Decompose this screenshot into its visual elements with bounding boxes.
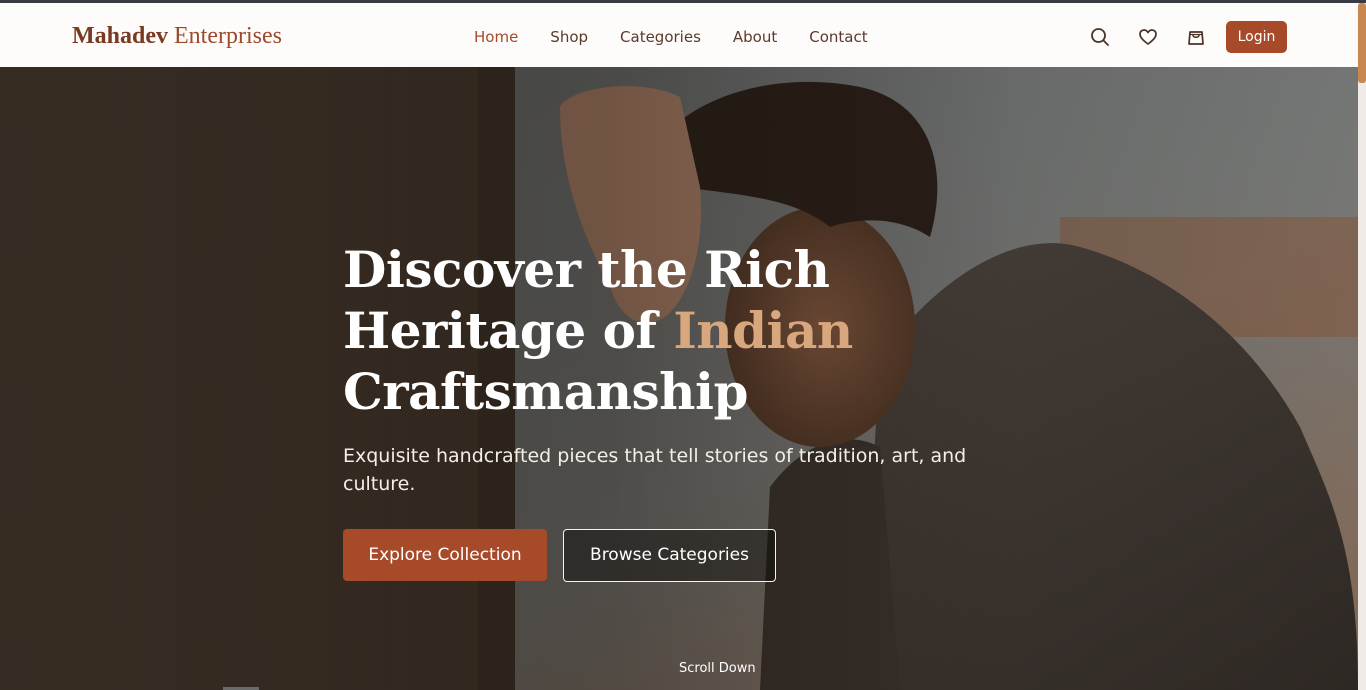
- hero-subtitle: Exquisite handcrafted pieces that tell s…: [343, 445, 967, 495]
- explore-collection-button[interactable]: Explore Collection: [343, 529, 547, 581]
- hero-title-accent: Indian: [673, 301, 853, 360]
- scroll-down-link[interactable]: Scroll Down: [679, 661, 756, 676]
- hero-title: Discover the Rich Heritage of Indian Cra…: [343, 239, 863, 422]
- nav-categories[interactable]: Categories: [620, 28, 701, 46]
- brand-name-light: Enterprises: [174, 23, 282, 49]
- page-scrollbar[interactable]: [1358, 3, 1366, 690]
- hero-title-line-2-prefix: Heritage of: [343, 301, 674, 360]
- search-icon[interactable]: [1090, 27, 1110, 47]
- main-nav: Home Shop Categories About Contact: [474, 28, 900, 46]
- browse-categories-button[interactable]: Browse Categories: [563, 529, 776, 582]
- brand-name-bold: Mahadev: [72, 23, 168, 49]
- scrollbar-thumb[interactable]: [1358, 3, 1366, 83]
- nav-about[interactable]: About: [733, 28, 777, 46]
- hero-title-line-1: Discover the Rich: [343, 240, 830, 299]
- brand-logo[interactable]: Mahadev Enterprises: [72, 23, 282, 50]
- shopping-bag-icon[interactable]: [1186, 27, 1206, 47]
- nav-shop[interactable]: Shop: [550, 28, 588, 46]
- hero-section: Discover the Rich Heritage of Indian Cra…: [0, 67, 1358, 690]
- hero-title-line-3: Craftsmanship: [343, 362, 748, 421]
- navbar: Mahadev Enterprises Home Shop Categories…: [0, 3, 1358, 67]
- heart-icon[interactable]: [1138, 27, 1158, 47]
- nav-home[interactable]: Home: [474, 28, 518, 46]
- nav-contact[interactable]: Contact: [809, 28, 867, 46]
- login-button[interactable]: Login: [1226, 21, 1287, 53]
